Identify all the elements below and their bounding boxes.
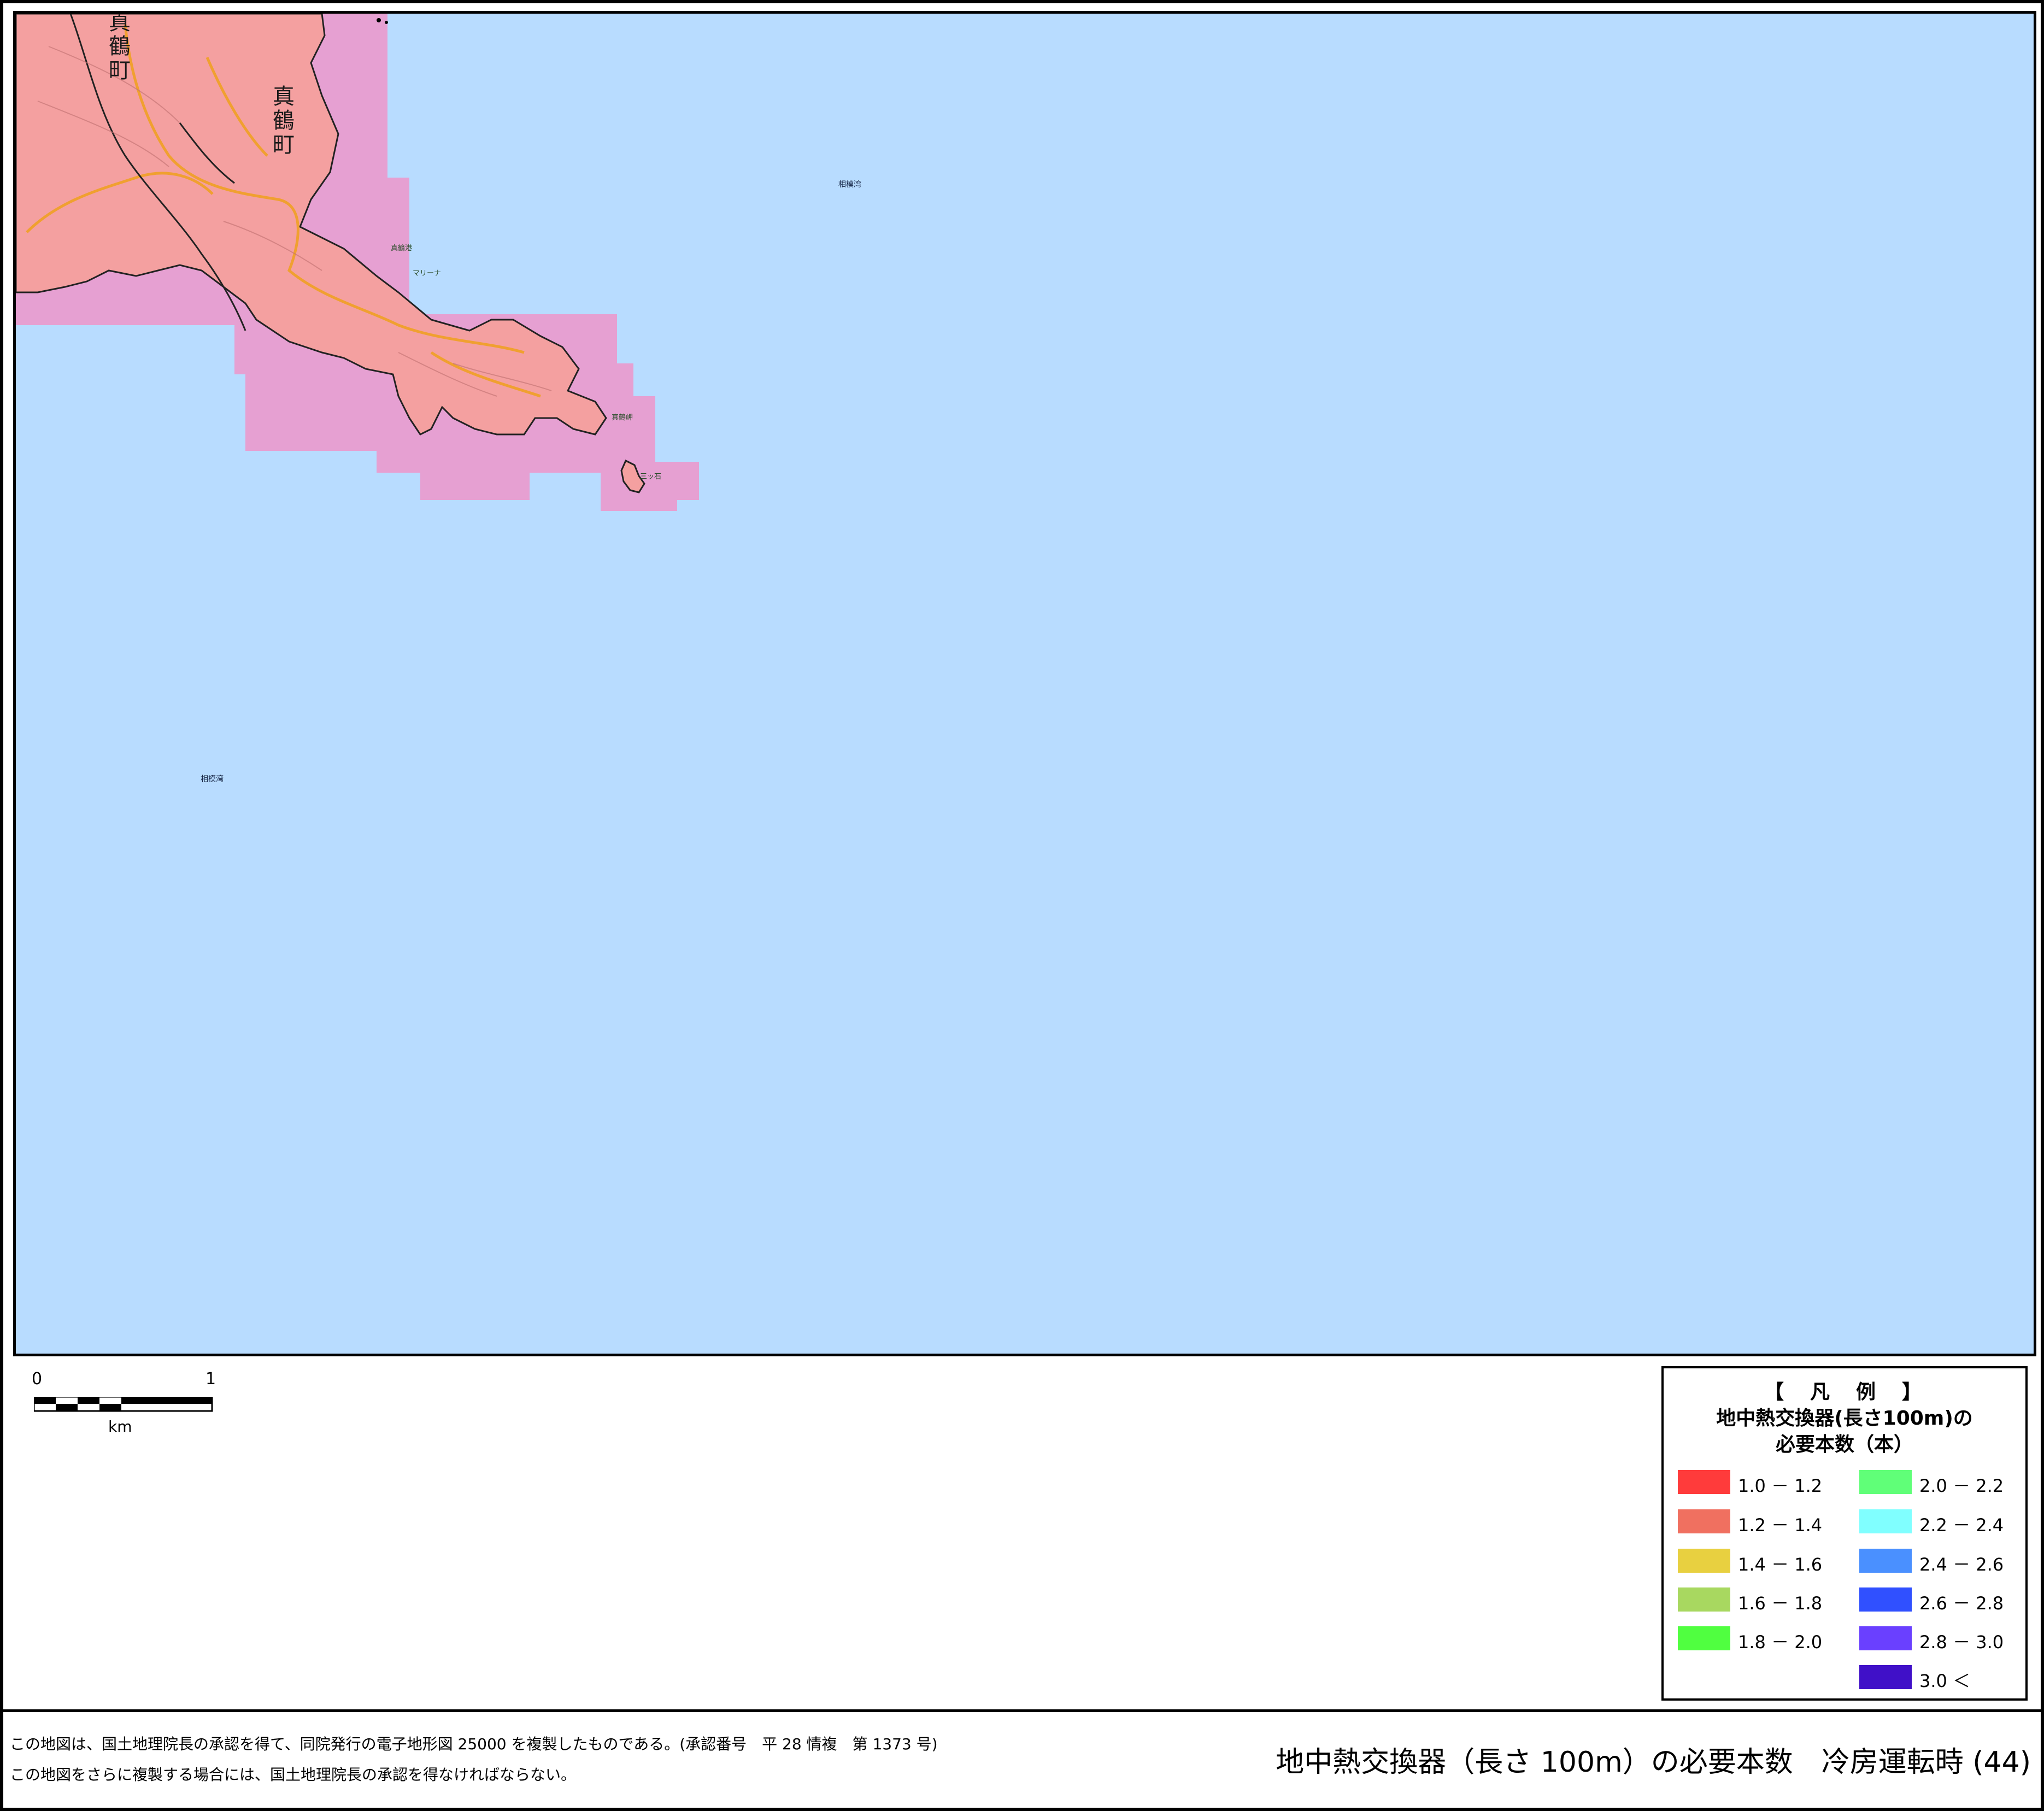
legend-label: 1.2 － 1.4	[1738, 1515, 1823, 1536]
legend-swatch	[1678, 1470, 1730, 1494]
place-label-manazuru-port: 真鶴港	[391, 244, 413, 252]
scale-one-label: 1	[205, 1369, 216, 1389]
scale-unit-label: km	[108, 1418, 132, 1436]
legend-swatch	[1678, 1509, 1730, 1533]
legend-label: 1.6 － 1.8	[1738, 1593, 1823, 1614]
place-label-sagami-bay-1: 相模湾	[838, 180, 861, 189]
place-label-manazuru-cape: 真鶴岬	[612, 414, 633, 422]
place-label-mitsuishi: 三ッ石	[640, 473, 662, 481]
legend-swatch	[1859, 1470, 1912, 1494]
legend-label: 2.2 － 2.4	[1919, 1515, 2004, 1536]
legend-swatch	[1859, 1626, 1912, 1650]
legend-swatch	[1678, 1549, 1730, 1573]
scale-bar-graphic	[34, 1397, 213, 1412]
legend-label: 1.0 － 1.2	[1738, 1475, 1823, 1496]
town-label-manazuru-2: 真鶴町	[269, 85, 294, 157]
legend-label: 2.4 － 2.6	[1919, 1554, 2004, 1575]
footer-divider	[3, 1709, 2041, 1712]
credit-line-1: この地図は、国土地理院長の承認を得て、同院発行の電子地形図 25000 を複製し…	[10, 1735, 938, 1753]
legend-label: 2.6 － 2.8	[1919, 1593, 2004, 1614]
legend-label: 2.0 － 2.2	[1919, 1475, 2004, 1496]
legend-label: 1.8 － 2.0	[1738, 1632, 1823, 1653]
town-label-manazuru-1: 真鶴町	[105, 11, 130, 83]
legend-title-line1: 地中熱交換器(長さ100m)の	[1716, 1407, 1973, 1430]
legend-swatch	[1859, 1587, 1912, 1612]
legend-label: 1.4 － 1.6	[1738, 1554, 1823, 1575]
legend-swatch	[1859, 1665, 1912, 1689]
place-label-sagami-bay-2: 相模湾	[201, 775, 224, 784]
legend-title-line2: 必要本数（本）	[1775, 1433, 1913, 1456]
map-graphic	[16, 14, 699, 511]
legend-swatch	[1859, 1549, 1912, 1573]
legend-heading: 【 凡 例 】	[1764, 1381, 1925, 1403]
scale-zero-label: 0	[32, 1369, 43, 1389]
place-label-marina: マリーナ	[413, 269, 442, 278]
legend-label: 3.0 ＜	[1919, 1671, 1971, 1691]
scale-bar: 0 1 km	[32, 1369, 218, 1436]
credit-line-2: この地図をさらに複製する場合には、国土地理院長の承認を得なければならない。	[10, 1766, 577, 1784]
map-canvas[interactable]: 真鶴町 真鶴町 相模湾 相模湾 真鶴港 マリーナ 三ッ石 真鶴岬	[13, 11, 2036, 1356]
legend-swatch	[1859, 1509, 1912, 1533]
legend-swatch	[1678, 1587, 1730, 1612]
legend: 【 凡 例 】 地中熱交換器(長さ100m)の 必要本数（本） 1.0 － 1.…	[1661, 1366, 2028, 1701]
legend-swatch	[1678, 1626, 1730, 1650]
legend-label: 2.8 － 3.0	[1919, 1632, 2004, 1653]
sheet-title: 地中熱交換器（長さ 100m）の必要本数 冷房運転時 (44)	[1276, 1746, 2031, 1779]
